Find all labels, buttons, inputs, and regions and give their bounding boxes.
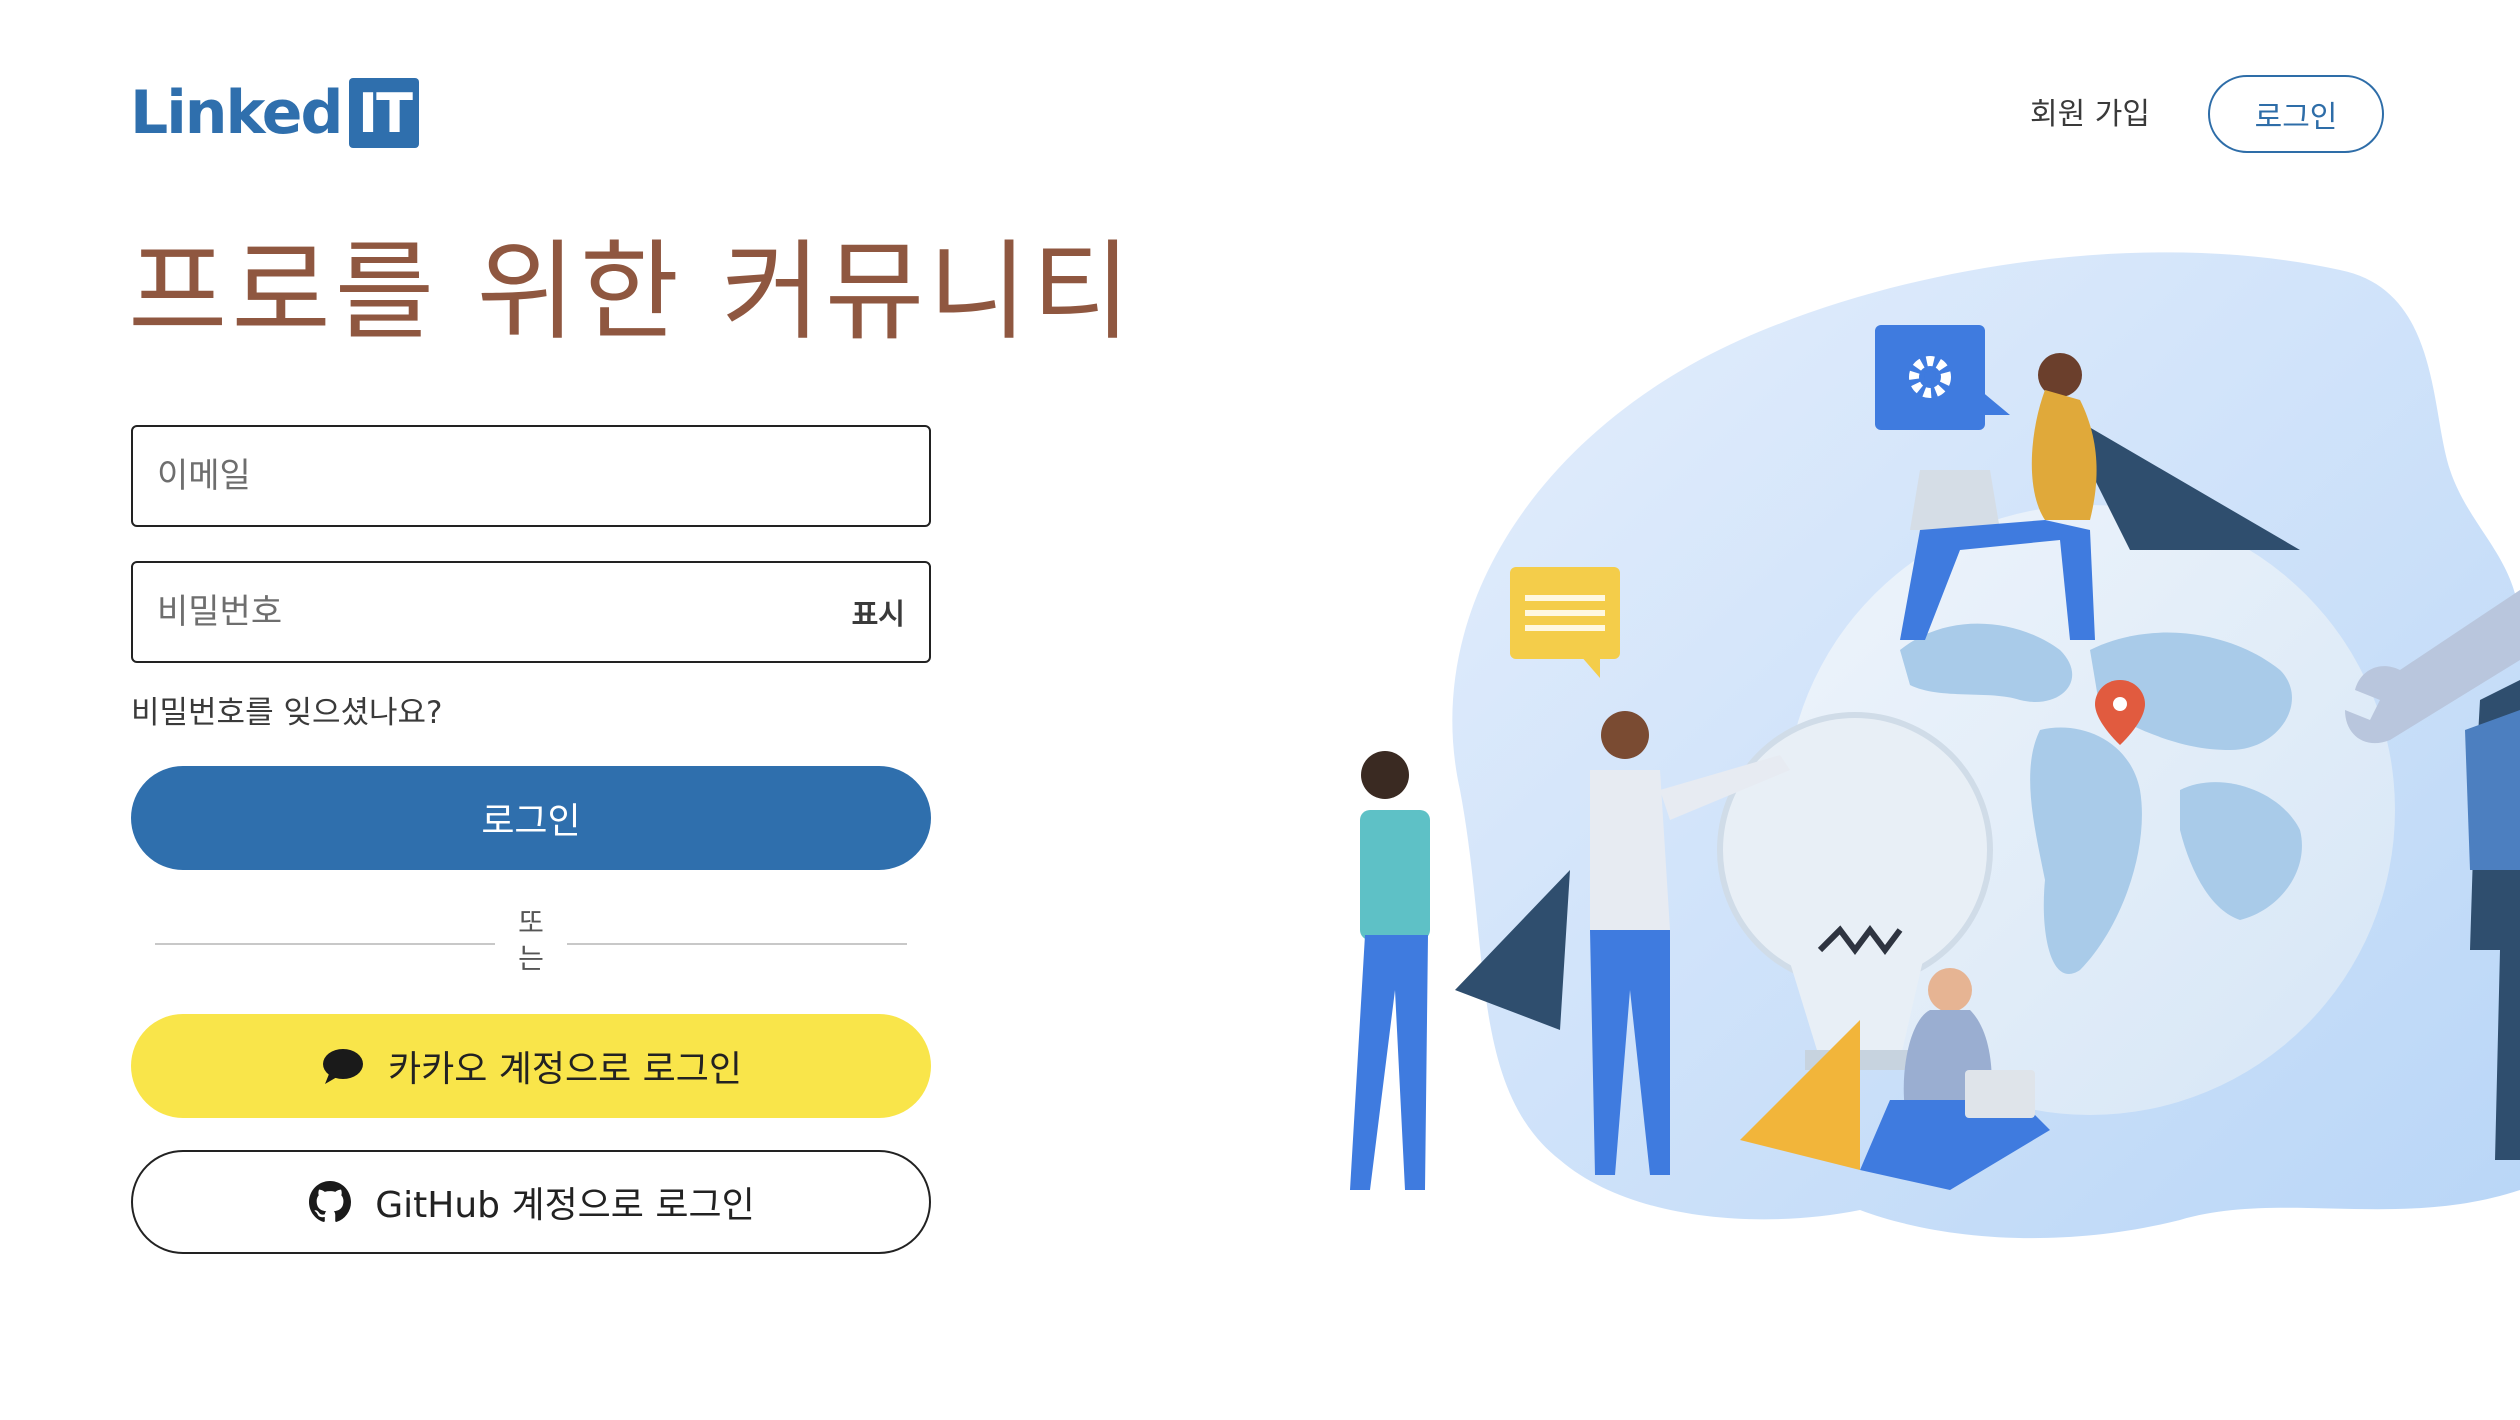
page-headline: 프로를 위한 커뮤니티	[128, 230, 1135, 355]
kakao-login-button[interactable]: 카카오 계정으로 로그인	[131, 1014, 931, 1118]
forgot-password-link[interactable]: 비밀번호를 잊으셨나요?	[131, 690, 443, 736]
chat-bubble-icon	[320, 1043, 366, 1089]
github-login-button[interactable]: GitHub 계정으로 로그인	[131, 1150, 931, 1254]
password-input[interactable]	[133, 563, 929, 661]
login-button-label: 로그인	[481, 801, 581, 842]
logo-word: Linked	[130, 78, 343, 148]
password-field-wrapper: 표시	[131, 561, 931, 663]
github-button-label: GitHub 계정으로 로그인	[375, 1185, 755, 1226]
hero-illustration	[1300, 230, 2520, 1270]
community-illustration	[1350, 252, 2520, 1239]
show-password-toggle[interactable]: 표시	[852, 563, 905, 661]
email-field-wrapper	[131, 425, 931, 527]
or-divider: 또는	[155, 905, 907, 975]
logo-box: IT	[349, 78, 420, 148]
github-icon	[307, 1179, 353, 1225]
email-input[interactable]	[133, 427, 929, 525]
divider-line-right	[567, 943, 907, 945]
header-login-button[interactable]: 로그인	[2208, 75, 2384, 153]
divider-text: 또는	[518, 906, 544, 975]
logo[interactable]: Linked IT	[130, 78, 420, 148]
divider-line-left	[155, 943, 495, 945]
signup-link[interactable]: 회원 가입	[2030, 90, 2150, 140]
kakao-button-label: 카카오 계정으로 로그인	[387, 1049, 743, 1090]
man-teal-figure	[1350, 751, 1430, 1190]
login-button[interactable]: 로그인	[131, 766, 931, 870]
